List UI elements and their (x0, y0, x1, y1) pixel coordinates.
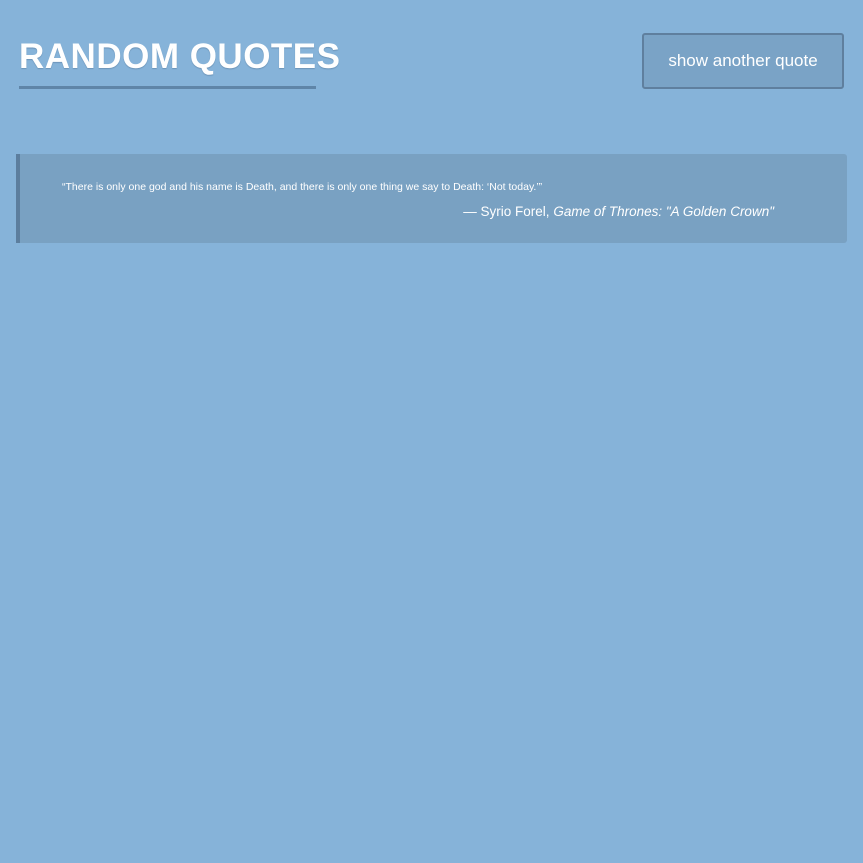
page-title: RANDOM QUOTES (19, 37, 341, 76)
quote-text: “There is only one god and his name is D… (62, 181, 543, 193)
quote-author: — Syrio Forel, (463, 204, 550, 219)
quote-citation: — Syrio Forel, Game of Thrones: "A Golde… (463, 203, 774, 221)
page: RANDOM QUOTES show another quote “There … (0, 0, 863, 863)
quote-card: “There is only one god and his name is D… (16, 154, 847, 243)
title-underline (19, 86, 316, 89)
show-another-quote-button[interactable]: show another quote (642, 33, 844, 89)
quote-source: Game of Thrones: "A Golden Crown" (553, 204, 774, 219)
